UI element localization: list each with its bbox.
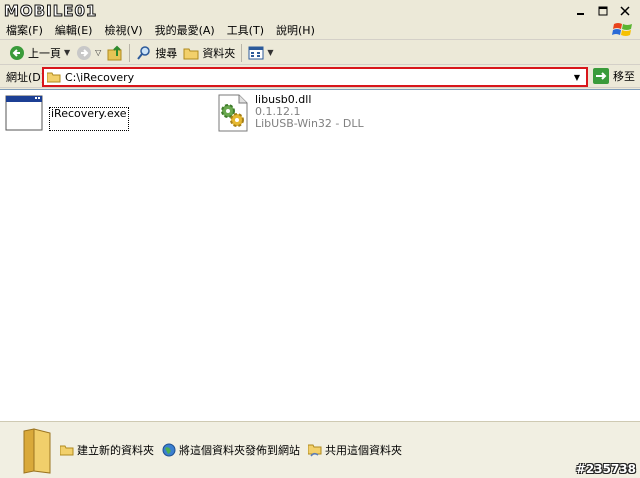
publish-web-task[interactable]: 將這個資料夾發佈到網站 [162,442,300,458]
back-dropdown-icon[interactable]: ▼ [64,48,70,57]
search-label: 搜尋 [155,46,178,60]
address-value: C:\iRecovery [65,70,135,84]
file-name: iRecovery.exe [49,107,129,131]
menu-file[interactable]: 檔案(F) [0,22,49,40]
views-icon [248,46,264,59]
search-button[interactable]: 搜尋 [133,42,180,64]
toolbar: 上一頁 ▼ ▽ 搜尋 資料夾 ▼ [0,41,640,65]
dll-gear-icon [218,94,248,132]
folders-label: 資料夾 [202,46,236,60]
window-controls [572,4,634,18]
go-label: 移至 [613,70,635,83]
address-bar: 網址(D) C:\iRecovery ▼ 移至 [0,66,640,88]
back-arrow-icon [10,45,24,60]
go-button[interactable]: 移至 [593,68,635,84]
title-bar: MOBILE01 [0,0,640,22]
address-dropdown-icon[interactable]: ▼ [570,70,584,84]
menu-favorites[interactable]: 我的最愛(A) [149,22,221,40]
task-list: 建立新的資料夾 將這個資料夾發佈到網站 共用這個資料夾 [60,442,402,458]
file-description: LibUSB-Win32 - DLL [255,117,364,130]
file-item[interactable]: iRecovery.exe [5,95,129,131]
mobile01-logo: MOBILE01 [2,0,126,22]
menu-bar: 檔案(F) 編輯(E) 檢視(V) 我的最愛(A) 工具(T) 說明(H) [0,22,640,40]
new-folder-task[interactable]: 建立新的資料夾 [60,442,154,458]
watermark: #235738 [575,462,636,476]
toolbar-separator [241,43,243,62]
folder-icon [47,72,61,83]
address-label: 網址(D) [6,70,46,84]
new-folder-icon [60,445,74,456]
folder-tasks-bar: 建立新的資料夾 將這個資料夾發佈到網站 共用這個資料夾 #235738 [0,421,640,478]
share-folder-task[interactable]: 共用這個資料夾 [308,442,402,458]
menu-help[interactable]: 說明(H) [270,22,321,40]
forward-button[interactable]: ▽ [73,42,104,64]
folders-icon [183,48,199,59]
globe-icon [162,443,176,457]
menu-view[interactable]: 檢視(V) [98,22,148,40]
back-label: 上一頁 [28,46,61,60]
minimize-icon[interactable] [572,4,590,18]
logo-text: MOBILE01 [4,2,97,20]
up-folder-button[interactable] [104,42,126,64]
go-arrow-icon [593,68,609,84]
file-item[interactable]: libusb0.dll 0.1.12.1 LibUSB-Win32 - DLL [217,94,364,132]
publish-web-label: 將這個資料夾發佈到網站 [179,444,300,457]
large-folder-icon [23,428,51,474]
new-folder-label: 建立新的資料夾 [77,444,154,457]
folders-button[interactable]: 資料夾 [180,42,238,64]
file-details: libusb0.dll 0.1.12.1 LibUSB-Win32 - DLL [255,94,364,132]
forward-dropdown-icon[interactable]: ▽ [95,48,101,57]
forward-arrow-icon [77,45,92,60]
back-button[interactable]: 上一頁 ▼ [6,42,73,64]
windows-flag-icon [612,23,632,36]
views-button[interactable]: ▼ [245,42,276,64]
views-dropdown-icon[interactable]: ▼ [267,48,273,57]
exe-window-icon [5,95,43,131]
menu-tools[interactable]: 工具(T) [221,22,270,40]
share-folder-icon [308,444,322,457]
menu-edit[interactable]: 編輯(E) [49,22,99,40]
maximize-icon[interactable] [594,4,612,18]
address-input[interactable]: C:\iRecovery ▼ [42,67,588,87]
search-icon [137,45,151,60]
up-folder-icon [107,45,122,60]
share-folder-label: 共用這個資料夾 [325,444,402,457]
toolbar-separator [129,43,131,62]
file-list: iRecovery.exe libusb0.dll 0.1.12.1 LibUS… [0,89,640,421]
close-icon[interactable] [616,4,634,18]
